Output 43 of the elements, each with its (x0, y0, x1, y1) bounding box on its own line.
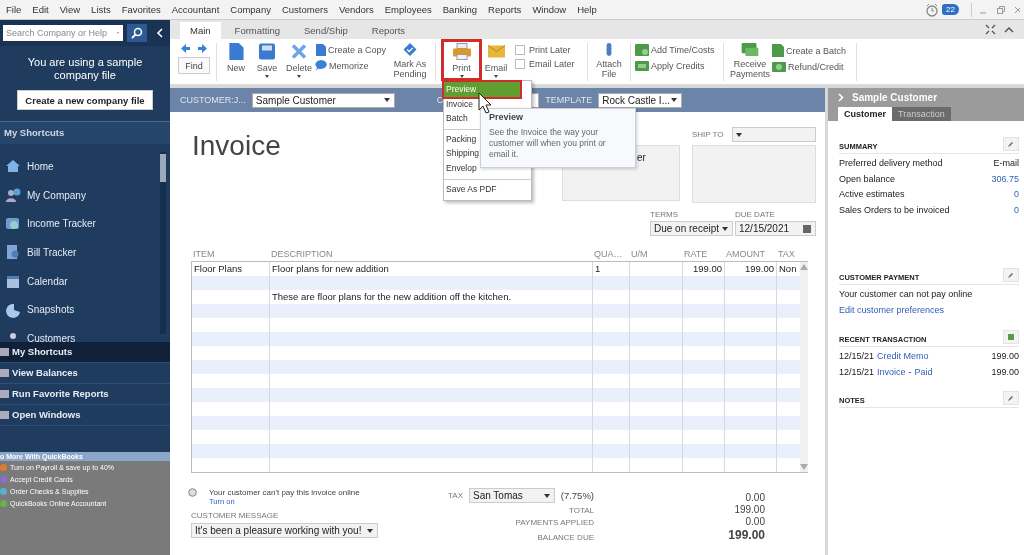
summary-label: Open balance (839, 173, 896, 186)
payments-amount: 0.00 (744, 516, 765, 527)
tax-rate: (7.75%) (560, 490, 594, 501)
transaction-date: 12/15/21 (839, 351, 875, 363)
field-label: DUE DATE (735, 210, 776, 219)
column-header: RATE (683, 249, 709, 259)
column-header: QUA… (593, 249, 624, 259)
sample-notice: You are using a sample company file (26, 55, 144, 82)
field-label: C (436, 95, 444, 105)
column-header: DESCRIPTION (270, 249, 334, 259)
field-label: TERMS (650, 210, 679, 219)
field-label: TEMPLATE (545, 95, 593, 105)
column-header: ITEM (192, 249, 216, 259)
panel-title: Sample Customer (852, 91, 938, 103)
payments-label: PAYMENTS APPLIED (514, 518, 594, 527)
total-label: TOTAL (567, 506, 594, 515)
column-header: U/M (630, 249, 649, 259)
summary-label: Active estimates (839, 189, 905, 201)
online-payment-notice: Your customer can't pay this invoice online (209, 488, 360, 497)
checkbox-label: Print Later (529, 45, 571, 55)
tooltip-title: Preview (489, 112, 525, 122)
total-amount: 199.00 (733, 504, 765, 515)
separator-text: - (908, 366, 912, 379)
balance-label: BALANCE DUE (536, 533, 594, 542)
summary-value: E-mail (993, 158, 1019, 170)
balance-amount: 199.00 (727, 528, 765, 542)
transaction-amount: 199.00 (991, 366, 1019, 379)
tax-amount: 0.00 (744, 492, 765, 503)
field-label: CUSTOMER MESSAGE (191, 511, 280, 520)
transaction-date: 12/15/21 (839, 366, 875, 379)
table-cell-text: Non (778, 262, 798, 276)
field-label: SHIP TO (692, 130, 724, 139)
field-label: CUSTOMER:J... (180, 95, 246, 105)
column-header: AMOUNT (725, 249, 766, 259)
summary-label: Preferred delivery method (839, 158, 943, 170)
summary-label: Sales Orders to be invoiced (839, 204, 950, 217)
checkbox-label: Email Later (529, 59, 575, 69)
transaction-amount: 199.00 (991, 351, 1019, 363)
column-header: TAX (777, 249, 796, 259)
invoice-title: Invoice (192, 129, 281, 163)
shortcuts-header: My Shortcuts (0, 121, 170, 144)
field-label: TAX (448, 491, 463, 500)
payment-text: Your customer can not pay online (839, 289, 974, 301)
